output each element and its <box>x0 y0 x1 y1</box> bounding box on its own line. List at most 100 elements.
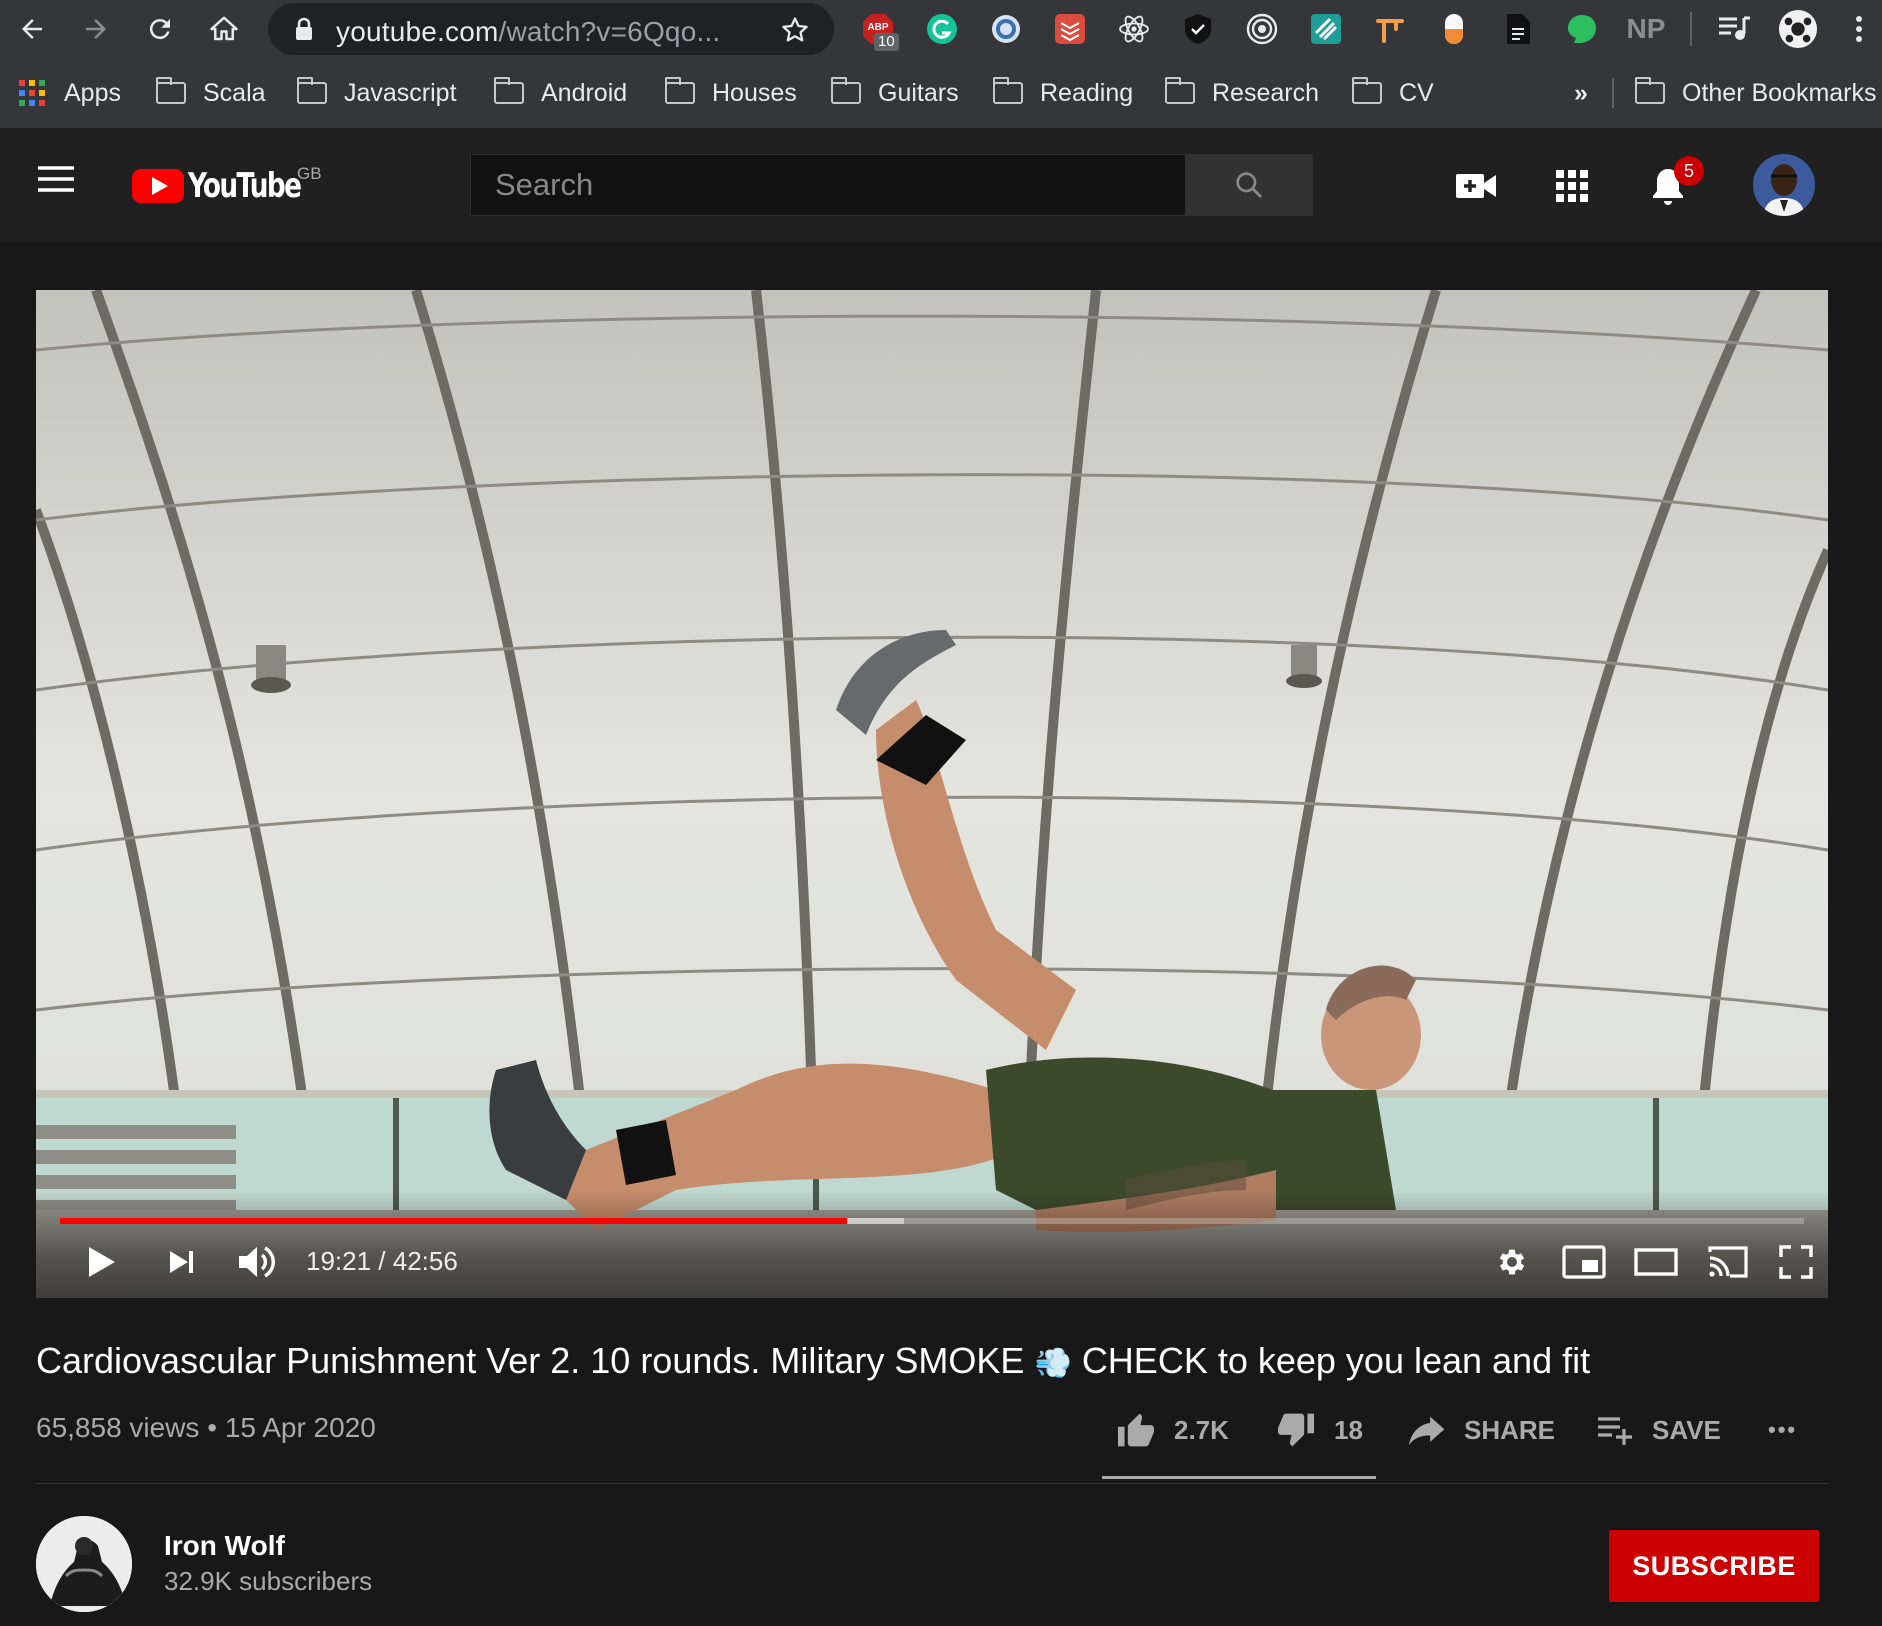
playlist-music-icon <box>1719 16 1750 40</box>
target-extension[interactable] <box>1242 9 1282 49</box>
search-button[interactable] <box>1185 154 1313 216</box>
like-button[interactable]: 2.7K <box>1116 1408 1229 1452</box>
bookmark-apps[interactable]: Apps <box>18 76 121 110</box>
upload-date: 15 Apr 2020 <box>224 1412 376 1443</box>
bookmarks-overflow-button[interactable]: » <box>1574 76 1588 110</box>
bookmark-label: Reading <box>1040 78 1134 107</box>
subscribe-button[interactable]: SUBSCRIBE <box>1609 1530 1819 1602</box>
teal-extension[interactable] <box>1306 9 1346 49</box>
channel-avatar[interactable] <box>36 1516 132 1612</box>
bookmark-folder-research[interactable]: Research <box>1164 76 1319 110</box>
target-icon <box>1246 13 1278 45</box>
play-button[interactable] <box>82 1240 122 1284</box>
home-button[interactable] <box>204 9 244 49</box>
bookmark-label: CV <box>1399 78 1434 107</box>
next-button[interactable] <box>162 1240 202 1284</box>
browser-toolbar: youtube.com/watch?v=6Qqo... ABP 10 NP <box>0 0 1882 58</box>
share-label: SHARE <box>1464 1414 1556 1445</box>
progress-bar[interactable] <box>60 1218 1804 1224</box>
theater-mode-button[interactable] <box>1632 1240 1680 1284</box>
apps-grid-icon <box>19 80 45 106</box>
forward-button[interactable] <box>76 9 116 49</box>
guide-menu-button[interactable] <box>36 164 84 204</box>
folder-icon <box>1351 77 1382 104</box>
np-label: NP <box>1626 13 1666 44</box>
bookmark-apps-label: Apps <box>64 78 121 107</box>
url-path: /watch?v=6Qqo... <box>498 16 721 47</box>
bookmark-folder-guitars[interactable]: Guitars <box>830 76 959 110</box>
bookmark-label: Scala <box>203 78 266 107</box>
extension-blue-ring[interactable] <box>986 9 1026 49</box>
video-camera-add-icon <box>1456 174 1496 198</box>
browser-chrome: youtube.com/watch?v=6Qqo... ABP 10 NP Ap… <box>0 0 1882 128</box>
arrow-left-icon <box>22 19 42 39</box>
bookmark-folder-android[interactable]: Android <box>493 76 627 110</box>
ring-icon <box>992 15 1020 43</box>
bookmark-folder-other[interactable]: Other Bookmarks <box>1634 76 1877 110</box>
svg-text:ABP: ABP <box>867 22 888 33</box>
bookmark-folder-reading[interactable]: Reading <box>992 76 1134 110</box>
account-avatar[interactable] <box>1753 154 1815 216</box>
fullscreen-button[interactable] <box>1776 1240 1816 1284</box>
info-divider <box>36 1483 1828 1484</box>
channel-name[interactable]: Iron Wolf <box>164 1530 285 1562</box>
settings-button[interactable] <box>1492 1240 1532 1284</box>
subscriber-count: 32.9K subscribers <box>164 1566 373 1596</box>
address-bar[interactable]: youtube.com/watch?v=6Qqo... <box>268 3 834 55</box>
theater-mode-icon <box>1634 1248 1678 1276</box>
folder-icon <box>296 77 327 104</box>
bookmark-folder-houses[interactable]: Houses <box>664 76 797 110</box>
grammarly-extension[interactable] <box>922 9 962 49</box>
cast-button[interactable] <box>1704 1240 1752 1284</box>
more-actions-button[interactable]: ••• <box>1768 1408 1797 1452</box>
grammarly-icon <box>927 14 957 44</box>
back-button[interactable] <box>12 9 52 49</box>
media-control-button[interactable] <box>1714 9 1754 49</box>
star-icon[interactable] <box>780 15 810 45</box>
hook-extension[interactable] <box>1370 9 1410 49</box>
search-input[interactable] <box>471 155 1186 215</box>
adblock-extension[interactable]: ABP 10 <box>858 9 899 51</box>
youtube-logo-text: YouTube <box>188 166 302 206</box>
save-button[interactable]: SAVE <box>1596 1408 1721 1452</box>
create-video-button[interactable] <box>1452 162 1500 210</box>
react-devtools-extension[interactable] <box>1114 9 1154 49</box>
user-avatar-icon <box>1753 154 1815 216</box>
notifications-button[interactable]: 5 <box>1644 156 1704 210</box>
gear-icon <box>1499 1249 1525 1275</box>
notification-count-badge: 5 <box>1674 156 1704 186</box>
kebab-menu-icon <box>1856 16 1862 42</box>
channel-logo-icon <box>36 1516 132 1612</box>
like-count: 2.7K <box>1174 1414 1229 1445</box>
miniplayer-button[interactable] <box>1560 1240 1608 1284</box>
browser-menu-button[interactable] <box>1844 9 1874 49</box>
profile-avatar-icon <box>1778 9 1818 49</box>
np-extension[interactable]: NP <box>1626 9 1666 49</box>
search-box <box>470 154 1186 216</box>
document-extension[interactable] <box>1498 9 1538 49</box>
youtube-logo[interactable]: YouTube <box>132 164 319 208</box>
folder-icon <box>1634 77 1665 104</box>
capsule-extension[interactable] <box>1434 9 1474 49</box>
reload-button[interactable] <box>140 9 180 49</box>
apps-button[interactable] <box>1548 162 1596 210</box>
apps-grid-icon <box>1556 170 1588 202</box>
mute-button[interactable] <box>232 1240 282 1284</box>
bookmark-folder-scala[interactable]: Scala <box>155 76 266 110</box>
folder-icon <box>830 77 861 104</box>
evernote-extension[interactable] <box>1562 9 1602 49</box>
todoist-extension[interactable] <box>1050 9 1090 49</box>
bookmarks-separator <box>1612 78 1614 108</box>
todoist-icon <box>1055 14 1085 44</box>
search-icon <box>1236 172 1263 199</box>
shield-extension[interactable] <box>1178 9 1218 49</box>
dislike-button[interactable]: 18 <box>1276 1408 1363 1452</box>
url-text: youtube.com/watch?v=6Qqo... <box>336 16 720 48</box>
bookmark-label: Houses <box>712 78 797 107</box>
bookmark-folder-javascript[interactable]: Javascript <box>296 76 457 110</box>
profile-button[interactable] <box>1778 9 1818 49</box>
share-button[interactable]: SHARE <box>1408 1408 1555 1452</box>
bookmark-folder-cv[interactable]: CV <box>1351 76 1434 110</box>
dash-emoji: 💨 <box>1034 1346 1072 1381</box>
video-player[interactable]: 19:21 / 42:56 <box>36 290 1828 1298</box>
